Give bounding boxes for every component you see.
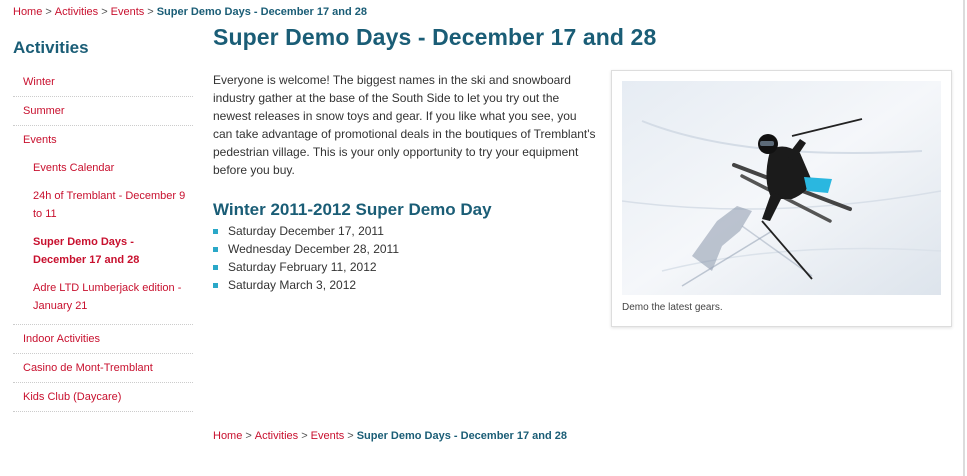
page-title: Super Demo Days - December 17 and 28 bbox=[213, 24, 657, 50]
sidebar-item-winter[interactable]: Winter bbox=[13, 68, 193, 97]
sidebar-subitem-super-demo-days[interactable]: Super Demo Days - December 17 and 28 bbox=[13, 228, 193, 274]
sidebar-item-casino[interactable]: Casino de Mont-Tremblant bbox=[13, 354, 193, 383]
intro-paragraph: Everyone is welcome! The biggest names i… bbox=[213, 73, 596, 177]
date-text: Wednesday December 28, 2011 bbox=[228, 242, 399, 256]
list-item: Saturday December 17, 2011 bbox=[213, 222, 399, 240]
sidebar-subitem-lumberjack[interactable]: Adre LTD Lumberjack edition - January 21 bbox=[13, 274, 193, 320]
skier-illustration bbox=[622, 81, 941, 295]
bullet-icon bbox=[213, 283, 218, 288]
breadcrumb-separator: > bbox=[45, 6, 52, 18]
breadcrumb-activities-link[interactable]: Activities bbox=[255, 430, 298, 442]
sidebar-subitem-events-calendar[interactable]: Events Calendar bbox=[13, 154, 193, 182]
list-item: Wednesday December 28, 2011 bbox=[213, 240, 399, 258]
breadcrumb-events-link[interactable]: Events bbox=[111, 6, 145, 18]
page-border bbox=[963, 0, 965, 476]
sidebar-item-summer[interactable]: Summer bbox=[13, 97, 193, 126]
breadcrumb-current: Super Demo Days - December 17 and 28 bbox=[156, 6, 368, 18]
dates-list: Saturday December 17, 2011 Wednesday Dec… bbox=[213, 222, 399, 294]
breadcrumb-separator: > bbox=[101, 6, 108, 18]
sidebar-item-indoor-activities[interactable]: Indoor Activities bbox=[13, 325, 193, 354]
date-text: Saturday December 17, 2011 bbox=[228, 224, 384, 238]
breadcrumb-separator: > bbox=[347, 430, 354, 442]
breadcrumb-separator: > bbox=[245, 430, 252, 442]
photo-figure: Demo the latest gears. bbox=[611, 70, 952, 327]
list-item: Saturday February 11, 2012 bbox=[213, 258, 399, 276]
breadcrumb-activities-link[interactable]: Activities bbox=[55, 6, 98, 18]
sidebar-item-kids-club[interactable]: Kids Club (Daycare) bbox=[13, 383, 193, 412]
breadcrumb-separator: > bbox=[147, 6, 154, 18]
photo-caption: Demo the latest gears. bbox=[622, 302, 723, 313]
bullet-icon bbox=[213, 265, 218, 270]
date-text: Saturday March 3, 2012 bbox=[228, 278, 357, 292]
breadcrumb-current: Super Demo Days - December 17 and 28 bbox=[356, 430, 568, 442]
events-submenu: Events Calendar 24h of Tremblant - Decem… bbox=[13, 154, 193, 325]
sidebar-item-events[interactable]: Events bbox=[13, 126, 193, 154]
bullet-icon bbox=[213, 229, 218, 234]
bullet-icon bbox=[213, 247, 218, 252]
sidebar-subitem-24h-tremblant[interactable]: 24h of Tremblant - December 9 to 11 bbox=[13, 182, 193, 228]
main-content: Super Demo Days - December 17 and 28 Eve… bbox=[213, 24, 953, 292]
sidebar: Activities Winter Summer Events Events C… bbox=[13, 38, 193, 412]
skier-photo bbox=[622, 81, 941, 295]
sidebar-nav: Winter Summer Events Events Calendar 24h… bbox=[13, 68, 193, 412]
sidebar-title: Activities bbox=[13, 38, 89, 57]
breadcrumb-separator: > bbox=[301, 430, 308, 442]
breadcrumb-home-link[interactable]: Home bbox=[213, 430, 242, 442]
breadcrumb-bottom: Home > Activities > Events > Super Demo Days -… bbox=[213, 430, 567, 442]
breadcrumb-events-link[interactable]: Events bbox=[311, 430, 345, 442]
date-text: Saturday February 11, 2012 bbox=[228, 260, 377, 274]
breadcrumb-home-link[interactable]: Home bbox=[13, 6, 42, 18]
section-heading: Winter 2011-2012 Super Demo Day bbox=[213, 200, 492, 219]
breadcrumb: Home > Activities > Events > Super Demo Days -… bbox=[13, 6, 367, 18]
list-item: Saturday March 3, 2012 bbox=[213, 276, 399, 294]
